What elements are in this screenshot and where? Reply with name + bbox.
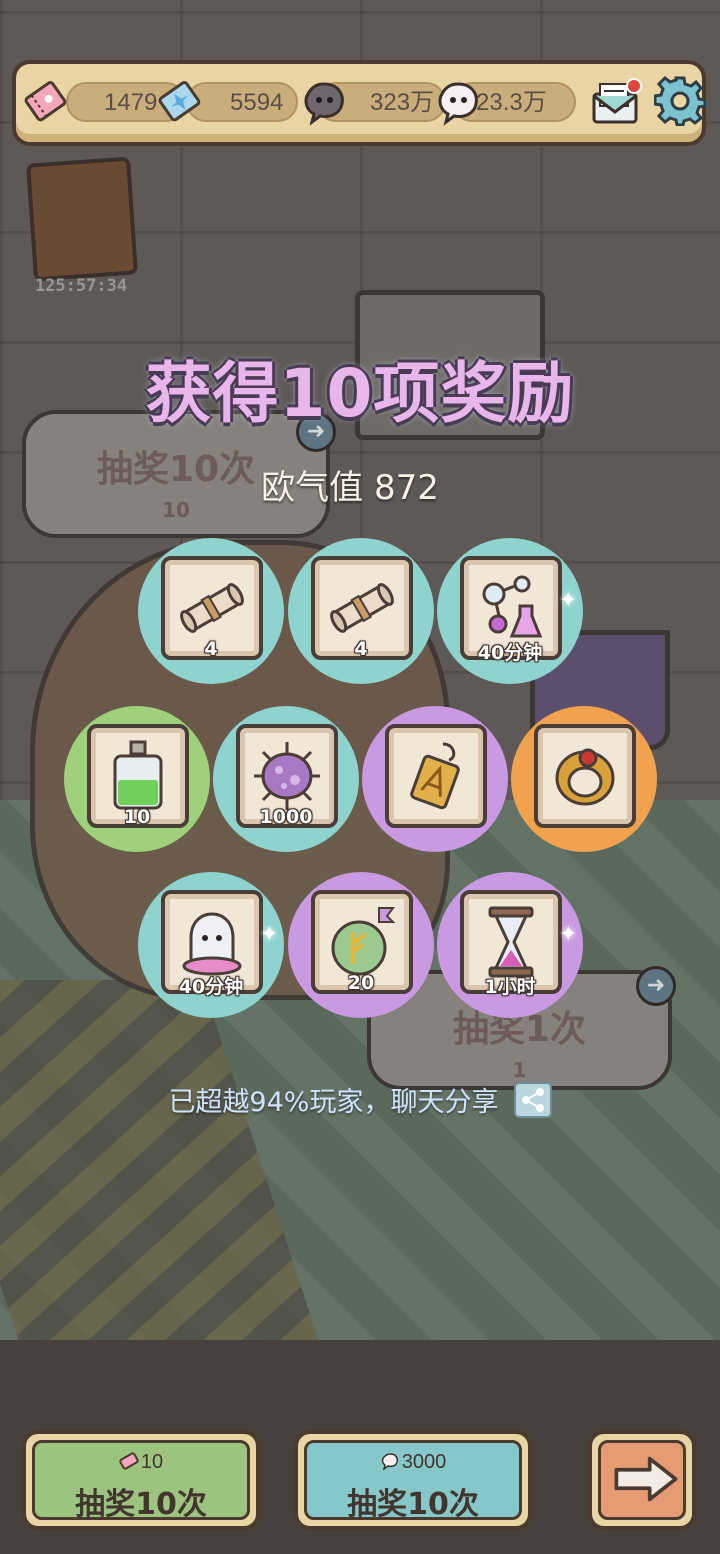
reward-slot[interactable] xyxy=(511,706,657,852)
reward-slot[interactable]: ✦ 40分钟 xyxy=(138,872,284,1018)
reward-quantity: 40分钟 xyxy=(477,642,543,664)
soul-draw-cost: 3000 xyxy=(401,1451,447,1473)
ticket-draw-cost-row: 10 xyxy=(35,1451,247,1474)
reward-quantity: 1小时 xyxy=(484,976,536,998)
ticket-icon xyxy=(24,81,67,122)
soul-draw-face: 3000 抽奖10次 xyxy=(304,1440,522,1522)
reward-title: 获得10项奖励 xyxy=(145,355,575,432)
reward-slot[interactable]: 4 xyxy=(288,538,434,684)
ring-icon xyxy=(555,748,615,806)
ticket-icon xyxy=(119,1452,139,1470)
light-soul-icon xyxy=(381,1453,398,1470)
ticket-count: 1479 xyxy=(104,89,158,116)
arrow-right-icon: ➜ xyxy=(636,966,676,1006)
reward-quantity: 40分钟 xyxy=(178,976,244,998)
resource-bar: 1479 5594 323万 23.3万 xyxy=(12,60,706,146)
share-icon[interactable] xyxy=(513,1081,552,1118)
reward-slot[interactable]: ✦ 40分钟 xyxy=(437,538,583,684)
soul-draw-label: 抽奖10次 xyxy=(347,1487,479,1522)
reward-quantity: 4 xyxy=(354,638,368,660)
event-card[interactable] xyxy=(26,156,138,282)
light-soul-count: 23.3万 xyxy=(476,89,547,116)
crystal-count: 5594 xyxy=(230,89,284,116)
reward-slot[interactable]: 4 xyxy=(138,538,284,684)
reward-slot[interactable]: ✦ 1小时 xyxy=(437,872,583,1018)
amulet-icon xyxy=(410,742,460,810)
soul-draw-cost-row: 3000 xyxy=(307,1451,519,1474)
sparkle-icon: ✦ xyxy=(260,922,279,947)
dark-soul-icon xyxy=(304,82,344,126)
reward-slot[interactable]: 1000 xyxy=(213,706,359,852)
next-button[interactable] xyxy=(588,1430,696,1530)
reward-frame xyxy=(385,724,487,828)
ticket-draw-face: 10 抽奖10次 xyxy=(32,1440,250,1522)
share-text[interactable]: 已超越94%玩家，聊天分享 xyxy=(168,1087,498,1118)
background-draw1-cost: 1 xyxy=(512,1058,527,1082)
sparkle-icon: ✦ xyxy=(559,922,578,947)
reward-quantity: 4 xyxy=(204,638,218,660)
reward-slot[interactable] xyxy=(362,706,508,852)
crystal-ticket-icon xyxy=(158,81,201,122)
next-face xyxy=(598,1440,686,1520)
ticket-draw-cost: 10 xyxy=(140,1451,164,1473)
reward-quantity: 20 xyxy=(347,972,375,994)
luck-value: 欧气值 872 xyxy=(261,468,439,508)
reward-quantity: 1000 xyxy=(259,806,313,828)
gear-icon[interactable] xyxy=(654,74,706,126)
reward-quantity: 10 xyxy=(123,806,151,828)
reward-slot[interactable]: 10 xyxy=(64,706,210,852)
reward-slot[interactable]: 20 xyxy=(288,872,434,1018)
mail-icon[interactable] xyxy=(588,76,644,128)
dark-soul-count: 323万 xyxy=(370,89,435,116)
share-row[interactable]: 已超越94%玩家，聊天分享 xyxy=(0,1080,720,1119)
event-timer: 125:57:34 xyxy=(34,276,128,296)
ticket-draw-button[interactable]: 10 抽奖10次 xyxy=(22,1430,260,1530)
reward-frame xyxy=(534,724,636,828)
arrow-right-icon xyxy=(614,1456,678,1502)
light-soul-icon xyxy=(438,82,478,126)
ticket-draw-label: 抽奖10次 xyxy=(75,1487,207,1522)
soul-draw-button[interactable]: 3000 抽奖10次 xyxy=(294,1430,532,1530)
sparkle-icon: ✦ xyxy=(559,588,578,613)
